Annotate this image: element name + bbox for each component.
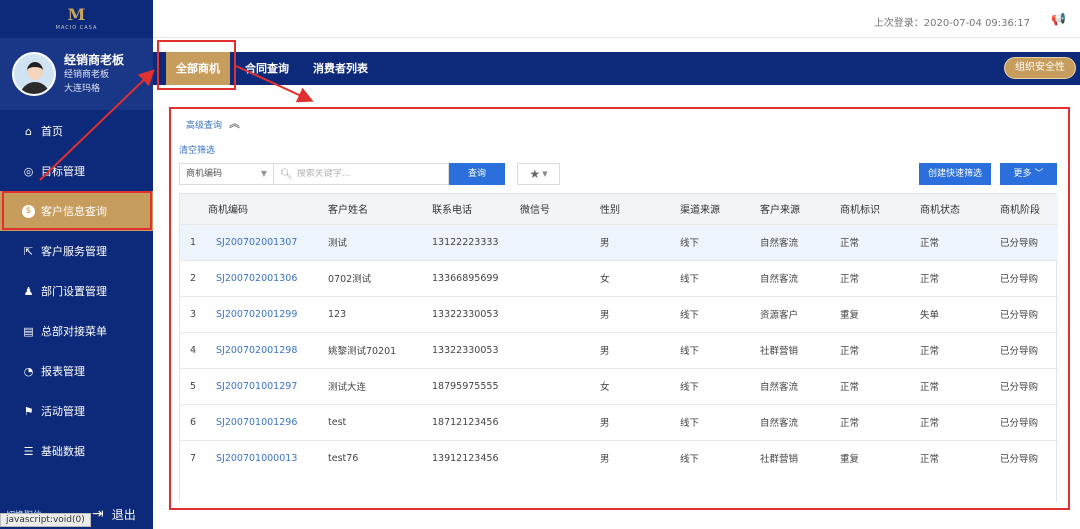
- browser-status-url: javascript:void(0): [0, 513, 91, 527]
- sidebar-item-label: 活动管理: [41, 405, 85, 418]
- sidebar: M MACIO CASA 经销商老板 经销商老板 大连玛格 ⌂ 首页 ◎ 目标管…: [0, 0, 153, 529]
- logout-button[interactable]: ⇥ 退出: [92, 506, 136, 523]
- last-login-text: 上次登录：2020-07-04 09:36:17: [873, 18, 1030, 29]
- document-icon: ▤: [23, 324, 34, 338]
- sidebar-item-activities[interactable]: ⚑ 活动管理: [0, 391, 153, 431]
- sidebar-item-label: 部门设置管理: [41, 285, 107, 298]
- tab-consumer-list[interactable]: 消费者列表: [303, 52, 378, 85]
- annotation-box-sidebar: [2, 191, 152, 230]
- brand-logo: M MACIO CASA: [0, 0, 153, 38]
- annotation-box-content: [169, 107, 1070, 510]
- sidebar-item-label: 客户服务管理: [41, 245, 107, 258]
- avatar: [12, 52, 56, 96]
- sidebar-item-customer-service[interactable]: ⇱ 客户服务管理: [0, 231, 153, 271]
- profile-name: 经销商老板: [64, 53, 125, 67]
- org-security-button[interactable]: 组织安全性: [1004, 57, 1076, 79]
- target-icon: ◎: [23, 164, 34, 178]
- pie-chart-icon: ◔: [23, 364, 34, 378]
- sidebar-item-label: 目标管理: [41, 165, 85, 178]
- sidebar-item-label: 基础数据: [41, 445, 85, 458]
- tab-bar: 全部商机 合同查询 消费者列表 组织安全性: [153, 52, 1080, 85]
- sidebar-item-department[interactable]: ♟ 部门设置管理: [0, 271, 153, 311]
- flag-icon: ⚑: [23, 404, 34, 418]
- logout-label: 退出: [111, 507, 136, 522]
- list-icon: ☰: [23, 444, 34, 458]
- logo-mark: M: [67, 5, 86, 24]
- sidebar-item-target[interactable]: ◎ 目标管理: [0, 151, 153, 191]
- annotation-box-tab: [157, 40, 236, 90]
- sidebar-item-label: 首页: [41, 125, 63, 138]
- service-icon: ⇱: [23, 244, 34, 258]
- top-header: 上次登录：2020-07-04 09:36:17 📢: [153, 0, 1080, 38]
- sidebar-item-basic-data[interactable]: ☰ 基础数据: [0, 431, 153, 471]
- sidebar-item-hq-menu[interactable]: ▤ 总部对接菜单: [0, 311, 153, 351]
- logout-icon: ⇥: [92, 506, 104, 522]
- profile-store: 大连玛格: [64, 84, 101, 94]
- sidebar-item-label: 报表管理: [41, 365, 85, 378]
- sidebar-item-reports[interactable]: ◔ 报表管理: [0, 351, 153, 391]
- department-icon: ♟: [23, 284, 34, 298]
- home-icon: ⌂: [25, 124, 32, 138]
- user-profile: 经销商老板 经销商老板 大连玛格: [0, 38, 153, 110]
- announcement-icon[interactable]: 📢: [1051, 12, 1066, 26]
- logo-text: MACIO CASA: [55, 25, 98, 31]
- profile-role: 经销商老板: [64, 70, 110, 80]
- sidebar-item-label: 总部对接菜单: [41, 325, 107, 338]
- sidebar-item-home[interactable]: ⌂ 首页: [0, 111, 153, 151]
- tab-contract-query[interactable]: 合同查询: [235, 52, 299, 85]
